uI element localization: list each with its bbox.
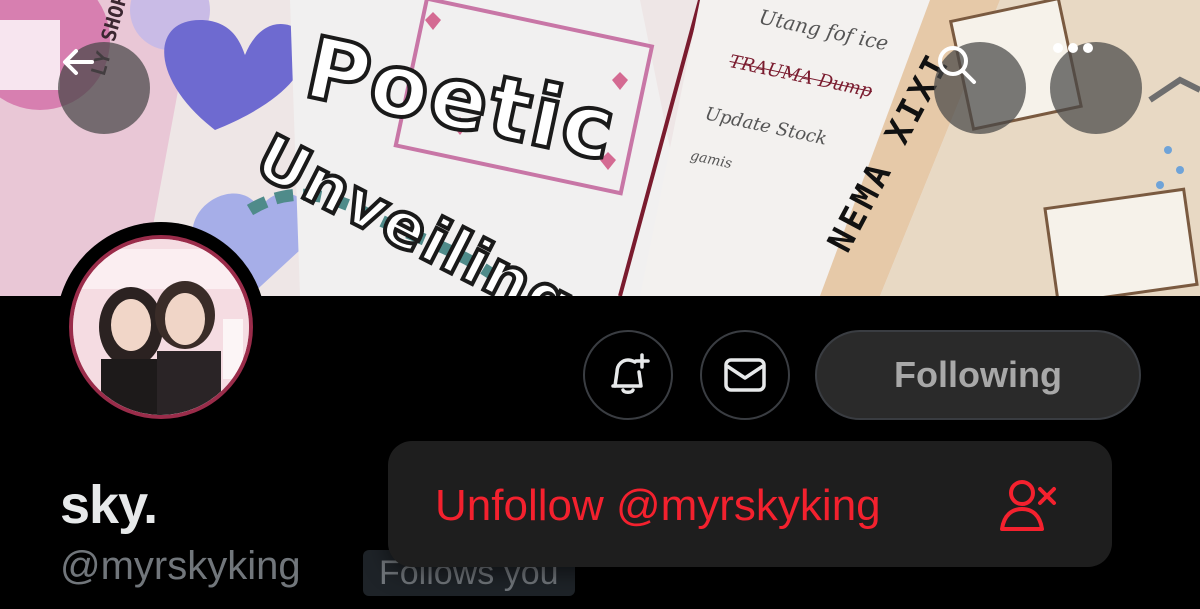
unfollow-menu-item[interactable]: Unfollow @myrskyking <box>388 441 1112 567</box>
envelope-icon <box>724 358 766 392</box>
bell-plus-icon <box>611 353 650 394</box>
display-name: sky. <box>60 475 158 535</box>
more-options-button[interactable] <box>1050 42 1142 134</box>
more-horizontal-icon <box>1053 43 1093 53</box>
following-button[interactable]: Following <box>815 330 1141 420</box>
search-button[interactable] <box>934 42 1026 134</box>
search-icon <box>938 46 976 84</box>
follow-options-menu: Unfollow @myrskyking <box>388 441 1112 567</box>
profile-handle: @myrskyking <box>60 544 301 588</box>
unfollow-label: Unfollow @myrskyking <box>435 481 881 530</box>
back-button[interactable] <box>58 42 150 134</box>
arrow-left-icon <box>63 49 94 75</box>
message-button[interactable] <box>700 330 790 420</box>
avatar-image <box>69 235 253 419</box>
avatar-photo <box>73 239 249 415</box>
avatar[interactable] <box>56 222 266 432</box>
user-remove-icon <box>1000 480 1056 531</box>
notifications-button[interactable] <box>583 330 673 420</box>
